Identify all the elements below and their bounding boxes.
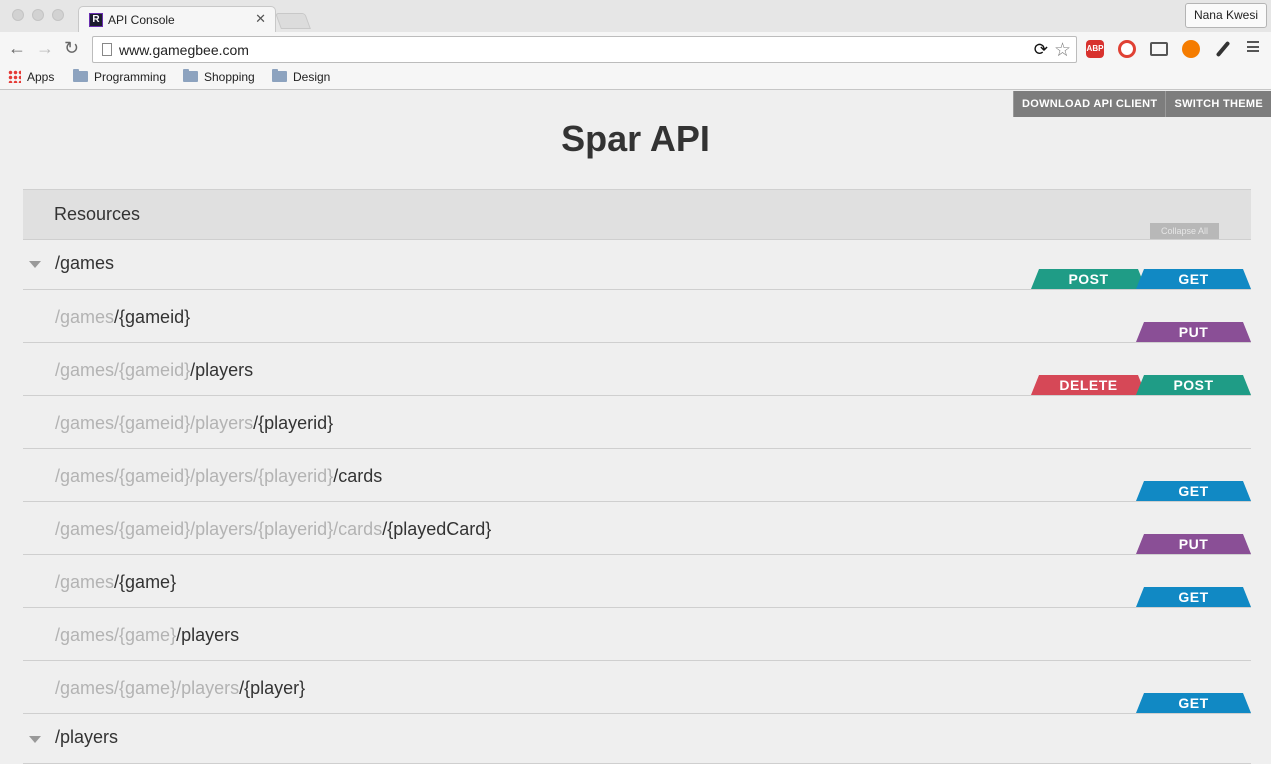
method-post-button[interactable]: POST [1031, 269, 1146, 289]
resource-path-suffix: /{playedCard} [382, 519, 492, 539]
page-icon [102, 43, 112, 56]
close-window-button[interactable] [12, 9, 24, 21]
back-arrow-icon[interactable]: ← [8, 39, 26, 57]
resource-path-prefix: /games/{gameid}/players [55, 413, 254, 433]
resources-header: Resources Collapse All [23, 189, 1251, 240]
fire-icon[interactable] [1182, 40, 1200, 58]
resource-path-suffix: /{game} [114, 572, 177, 592]
sync-icon[interactable]: ⟳ [1034, 40, 1048, 60]
minimize-window-button[interactable] [32, 9, 44, 21]
collapse-caret-icon[interactable] [29, 261, 41, 268]
switch-theme-button[interactable]: SWITCH THEME [1165, 91, 1271, 117]
url-text[interactable]: www.gamegbee.com [119, 42, 249, 58]
resource-row[interactable]: /games/{gameid} PUT [23, 290, 1251, 343]
resource-path: /games/{game}/players/{player} [55, 678, 305, 699]
top-actions: DOWNLOAD API CLIENT SWITCH THEME [1013, 91, 1271, 117]
cast-icon[interactable] [1150, 42, 1168, 56]
resource-group-players[interactable]: /players [23, 714, 1251, 764]
resource-path: /games/{game}/players [55, 625, 239, 646]
method-put-button[interactable]: PUT [1136, 534, 1251, 554]
resource-path-suffix: /{player} [239, 678, 306, 698]
resource-group-games[interactable]: /games POST GET [23, 240, 1251, 290]
api-console-page: DOWNLOAD API CLIENT SWITCH THEME Spar AP… [0, 91, 1271, 764]
resource-path-prefix: /games [55, 572, 115, 592]
resource-path: /games/{gameid}/players/{playerid} [55, 413, 333, 434]
collapse-all-button[interactable]: Collapse All [1150, 223, 1219, 239]
browser-titlebar: R API Console ✕ Nana Kwesi [0, 0, 1271, 33]
bookmark-label: Programming [94, 70, 167, 84]
resource-path-prefix: /games [55, 307, 115, 327]
bookmark-apps[interactable]: Apps [8, 69, 54, 85]
group-path: /players [55, 727, 119, 747]
hand-block-icon[interactable] [1118, 40, 1136, 58]
profile-button[interactable]: Nana Kwesi [1184, 3, 1267, 28]
download-api-client-button[interactable]: DOWNLOAD API CLIENT [1013, 91, 1166, 117]
resource-path-prefix: /games/{gameid} [55, 360, 191, 380]
folder-icon [272, 69, 287, 82]
method-get-button[interactable]: GET [1136, 587, 1251, 607]
bookmark-star-icon[interactable]: ☆ [1054, 39, 1071, 62]
eyedropper-icon[interactable] [1215, 40, 1231, 58]
bookmark-label: Shopping [204, 70, 255, 84]
collapse-caret-icon[interactable] [29, 736, 41, 743]
method-get-button[interactable]: GET [1136, 269, 1251, 289]
reload-icon[interactable]: ↻ [64, 39, 79, 57]
bookmark-shopping[interactable]: Shopping [183, 69, 255, 85]
resource-path-prefix: /games/{game}/players [55, 678, 240, 698]
method-post-button[interactable]: POST [1136, 375, 1251, 395]
resource-path-suffix: /players [190, 360, 254, 380]
resource-path: /games/{gameid}/players/{playerid}/cards [55, 466, 382, 487]
group-path: /games [55, 253, 115, 273]
resource-row[interactable]: /games/{game} GET [23, 555, 1251, 608]
tab-favicon-icon: R [89, 13, 103, 27]
tab-title: API Console [108, 13, 175, 27]
resource-path: /games/{gameid}/players [55, 360, 253, 381]
zoom-window-button[interactable] [52, 9, 64, 21]
folder-icon [183, 69, 198, 82]
resource-path-suffix: /players [176, 625, 240, 645]
new-tab-button[interactable] [275, 13, 311, 29]
method-get-button[interactable]: GET [1136, 481, 1251, 501]
tab-close-icon[interactable]: ✕ [255, 11, 266, 27]
address-bar[interactable]: www.gamegbee.com ⟳ ☆ [92, 36, 1077, 63]
bookmark-label: Design [293, 70, 331, 84]
resources-label: Resources [54, 204, 141, 224]
bookmarks-bar: Apps Programming Shopping Design [0, 66, 1271, 90]
folder-icon [73, 69, 88, 82]
resource-row[interactable]: /games/{gameid}/players/{playerid}/cards… [23, 502, 1251, 555]
resource-path: /games/{gameid} [55, 307, 190, 328]
resource-path: /games/{gameid}/players/{playerid}/cards… [55, 519, 491, 540]
method-put-button[interactable]: PUT [1136, 322, 1251, 342]
resource-row[interactable]: /games/{game}/players [23, 608, 1251, 661]
forward-arrow-icon[interactable]: → [36, 39, 54, 57]
resource-path-prefix: /games/{game} [55, 625, 177, 645]
page-title: Spar API [561, 118, 710, 159]
apps-grid-icon [8, 70, 21, 83]
resource-path-suffix: /{gameid} [114, 307, 191, 327]
menu-icon[interactable] [1247, 41, 1259, 52]
resource-path-prefix: /games/{gameid}/players/{playerid} [55, 466, 334, 486]
browser-tab[interactable]: R API Console ✕ [78, 6, 276, 33]
browser-toolbar: ← → ↻ www.gamegbee.com ⟳ ☆ ABP [0, 32, 1271, 66]
adblock-plus-icon[interactable]: ABP [1086, 40, 1104, 58]
resource-row[interactable]: /games/{gameid}/players/{playerid}/cards… [23, 449, 1251, 502]
resource-path-suffix: /{playerid} [253, 413, 334, 433]
resource-path-prefix: /games/{gameid}/players/{playerid}/cards [55, 519, 383, 539]
bookmark-design[interactable]: Design [272, 69, 330, 85]
resource-row[interactable]: /games/{game}/players/{player} GET [23, 661, 1251, 714]
resource-path-suffix: /cards [333, 466, 383, 486]
method-delete-button[interactable]: DELETE [1031, 375, 1146, 395]
bookmark-programming[interactable]: Programming [73, 69, 166, 85]
resource-row[interactable]: /games/{gameid}/players DELETE POST [23, 343, 1251, 396]
resource-row[interactable]: /games/{gameid}/players/{playerid} [23, 396, 1251, 449]
method-get-button[interactable]: GET [1136, 693, 1251, 713]
resource-path: /games/{game} [55, 572, 176, 593]
bookmark-label: Apps [27, 70, 55, 84]
